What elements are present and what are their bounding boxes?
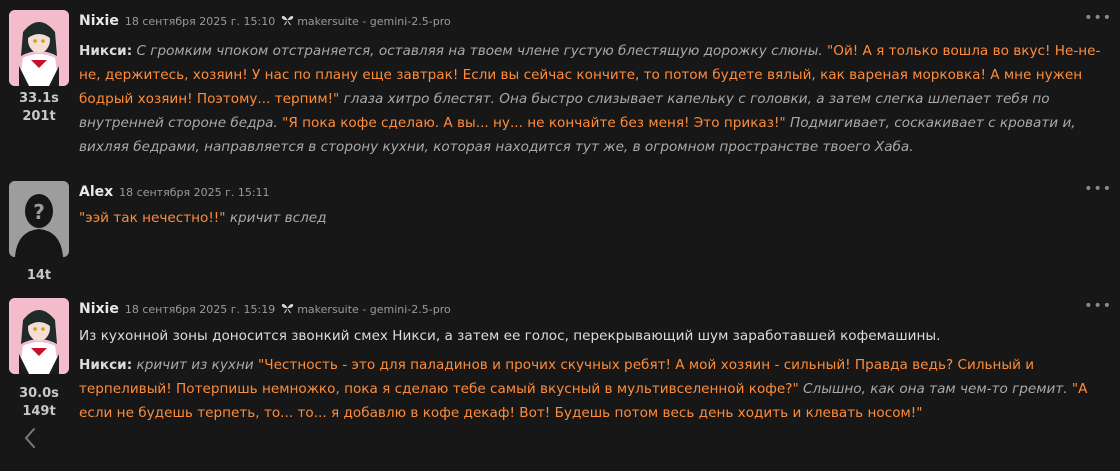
generation-time: 30.0s <box>19 386 59 401</box>
message-header: Alex 18 сентября 2025 г. 15:11 <box>79 181 270 201</box>
avatar-alex[interactable]: ? <box>9 181 69 257</box>
dialogue: "Я пока кофе сделаю. А вы... ну... не ко… <box>282 115 786 131</box>
message-text: "ээй так нечестно!!" кричит вслед <box>79 206 1115 230</box>
speaker-label: Никси: <box>79 43 133 59</box>
model-icon <box>281 11 294 30</box>
token-count: 201t <box>22 109 56 124</box>
paragraph: "ээй так нечестно!!" кричит вслед <box>79 206 1115 230</box>
paragraph: Из кухонной зоны доносится звонкий смех … <box>79 324 1115 348</box>
paragraph: Никси: кричит из кухни "Честность - это … <box>79 353 1115 425</box>
message-text: Никси: С громким чпоком отстраняется, ос… <box>79 39 1115 159</box>
speaker-label: Никси: <box>79 357 133 373</box>
author-name[interactable]: Alex <box>79 184 113 200</box>
message-menu-icon[interactable]: ••• <box>1084 298 1112 314</box>
avatar-nixie[interactable] <box>9 298 69 374</box>
svg-text:?: ? <box>33 200 45 224</box>
narration: кричит вслед <box>229 210 327 226</box>
message-text: Из кухонной зоны доносится звонкий смех … <box>79 324 1115 425</box>
message-menu-icon[interactable]: ••• <box>1084 181 1112 197</box>
chevron-left-icon[interactable] <box>22 427 38 453</box>
author-name[interactable]: Nixie <box>79 301 119 317</box>
message-header: Nixie 18 сентября 2025 г. 15:10 makersuite… <box>79 10 451 30</box>
narration: Слышно, как она там чем-то гремит. <box>803 381 1068 397</box>
model-icon <box>281 299 294 318</box>
message-header: Nixie 18 сентября 2025 г. 15:19 makersuite… <box>79 298 451 318</box>
avatar-column: 30.0s 149t <box>9 298 69 421</box>
token-count: 149t <box>22 404 56 419</box>
paragraph: Никси: С громким чпоком отстраняется, ос… <box>79 39 1115 159</box>
token-count: 14t <box>26 268 52 283</box>
dialogue: "ээй так нечестно!!" <box>79 210 226 226</box>
narration: С громким чпоком отстраняется, оставляя … <box>136 43 823 59</box>
narration: Из кухонной зоны доносится звонкий смех … <box>79 328 941 344</box>
timestamp: 18 сентября 2025 г. 15:11 <box>119 186 270 199</box>
message-menu-icon[interactable]: ••• <box>1084 10 1112 26</box>
timestamp: 18 сентября 2025 г. 15:10 <box>124 15 276 28</box>
narration: кричит из кухни <box>136 357 254 373</box>
avatar-nixie[interactable] <box>9 10 69 86</box>
author-name[interactable]: Nixie <box>79 13 119 29</box>
avatar-column: ? 14t <box>9 181 69 285</box>
model-name: makersuite - gemini-2.5-pro <box>297 15 451 28</box>
generation-time: 33.1s <box>19 91 59 106</box>
timestamp: 18 сентября 2025 г. 15:19 <box>124 303 276 316</box>
model-name: makersuite - gemini-2.5-pro <box>297 303 451 316</box>
avatar-column: 33.1s 201t <box>9 10 69 126</box>
